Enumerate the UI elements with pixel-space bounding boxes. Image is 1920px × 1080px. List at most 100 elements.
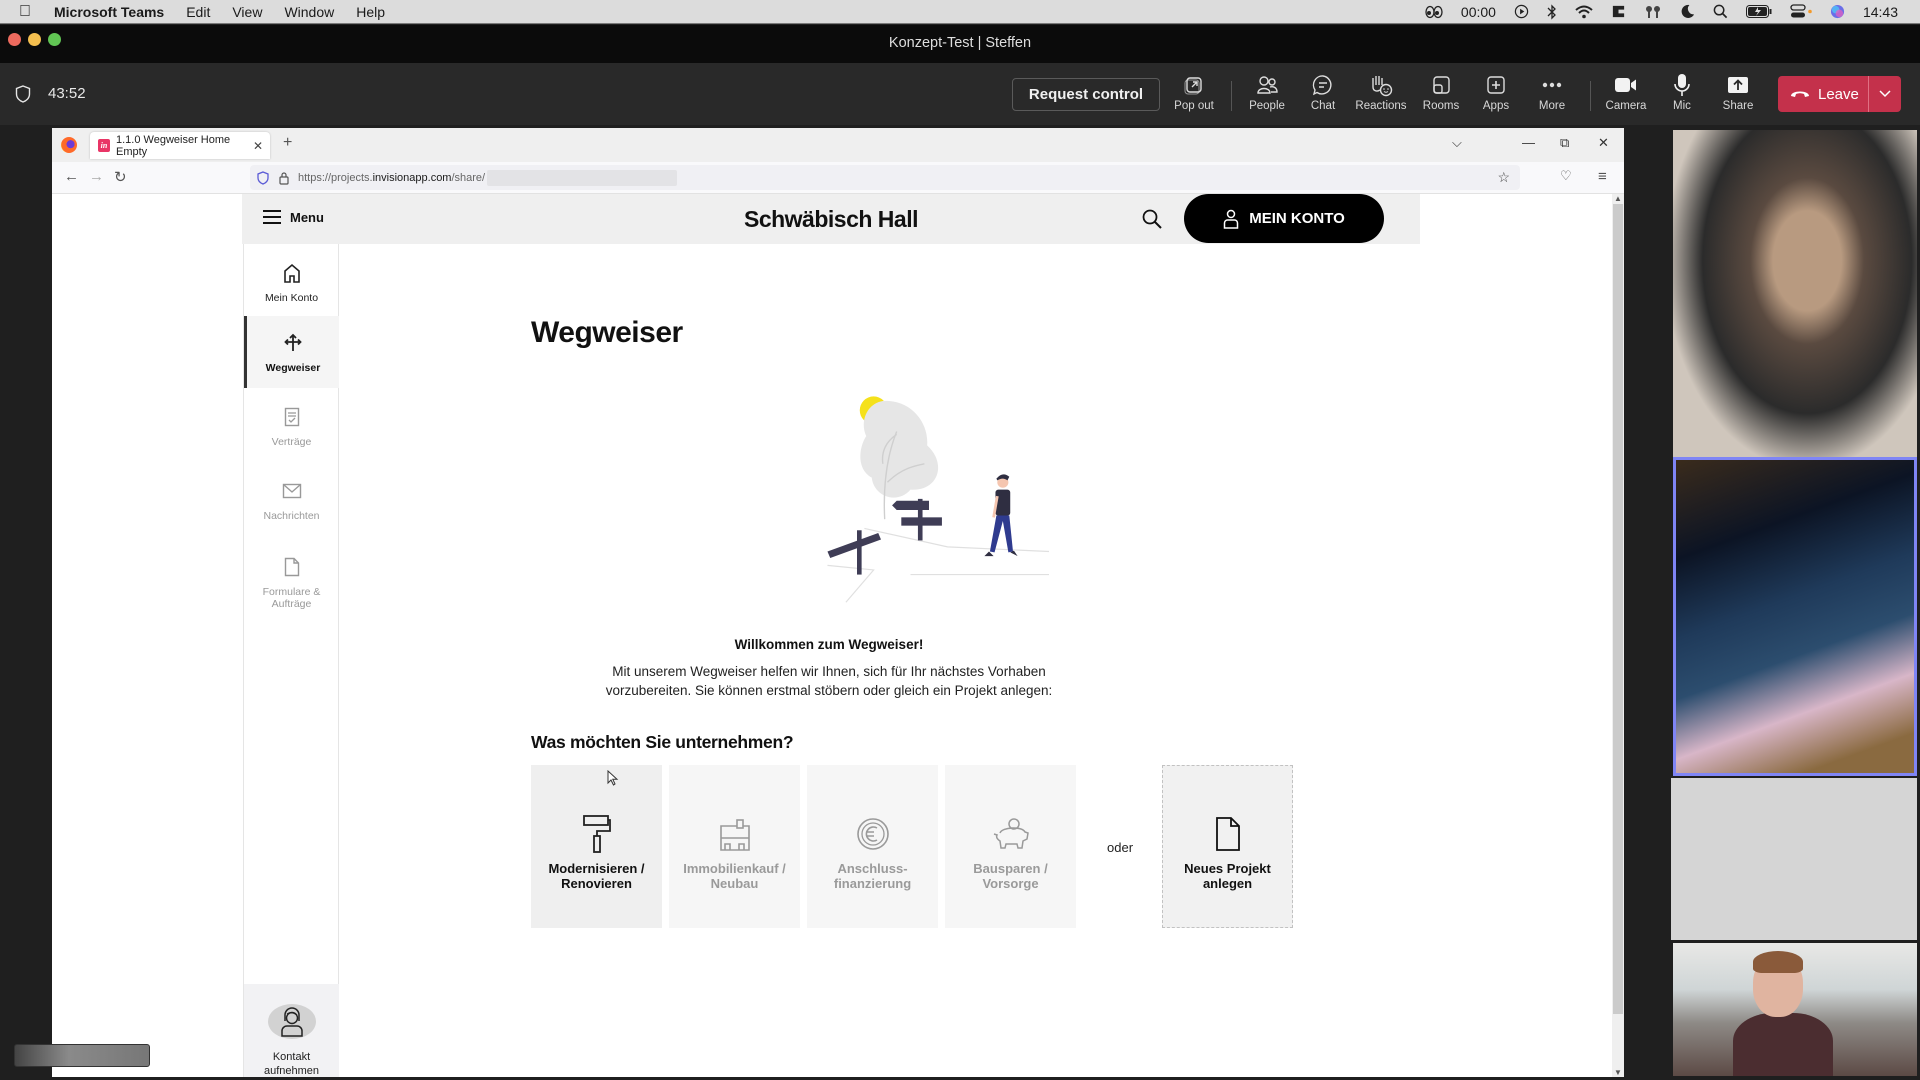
menu-window[interactable]: Window bbox=[273, 4, 345, 20]
participant-video-active-speaker[interactable] bbox=[1673, 457, 1917, 776]
apple-menu-icon[interactable]:  bbox=[0, 3, 50, 21]
url-bar[interactable]: https://projects. invisionapp.com/share/ … bbox=[250, 165, 1520, 190]
status-timer[interactable]: 00:00 bbox=[1461, 4, 1496, 20]
rooms-label: Rooms bbox=[1422, 100, 1460, 112]
menubar-clock[interactable]: 14:43 bbox=[1863, 4, 1898, 20]
camera-label: Camera bbox=[1605, 100, 1647, 112]
browser-tab[interactable]: in 1.1.0 Wegweiser Home Empty ✕ bbox=[90, 132, 270, 159]
rooms-button[interactable]: Rooms bbox=[1411, 73, 1471, 119]
home-icon bbox=[283, 260, 301, 286]
hamburger-menu-icon[interactable]: ≡ bbox=[1598, 168, 1607, 185]
welcome-line-1: Mit unserem Wegweiser helfen wir Ihnen, … bbox=[612, 664, 1046, 679]
mic-label: Mic bbox=[1673, 100, 1691, 112]
card-label-1: Modernisieren / bbox=[548, 860, 645, 876]
restore-browser-icon[interactable]: ⧉ bbox=[1560, 135, 1569, 151]
card-anschlussfinanzierung[interactable]: Anschluss- finanzierung bbox=[807, 765, 938, 928]
url-path: /share/ bbox=[451, 171, 486, 184]
more-button[interactable]: More bbox=[1522, 73, 1582, 119]
menu-view[interactable]: View bbox=[221, 4, 273, 20]
more-label: More bbox=[1538, 100, 1566, 112]
participant-video-off[interactable] bbox=[1671, 778, 1917, 940]
paint-roller-icon bbox=[582, 813, 612, 855]
tracking-shield-icon[interactable] bbox=[256, 170, 270, 185]
contact-button[interactable]: Kontakt aufnehmen bbox=[244, 984, 339, 1077]
wifi-icon[interactable] bbox=[1575, 5, 1593, 19]
sidenav-label: Nachrichten bbox=[263, 510, 320, 522]
reactions-icon bbox=[1369, 73, 1393, 97]
share-button[interactable]: Share bbox=[1708, 73, 1768, 119]
new-tab-button[interactable]: + bbox=[283, 134, 292, 152]
card-bausparen[interactable]: Bausparen / Vorsorge bbox=[945, 765, 1076, 928]
eyes-status-icon[interactable] bbox=[1425, 5, 1443, 19]
forward-icon[interactable]: → bbox=[89, 168, 104, 185]
chat-button[interactable]: Chat bbox=[1293, 73, 1353, 119]
sidenav-item-mein-konto[interactable]: Mein Konto bbox=[244, 246, 339, 318]
leave-options-dropdown[interactable] bbox=[1869, 76, 1901, 112]
back-icon[interactable]: ← bbox=[64, 168, 79, 185]
page-scrollbar[interactable]: ▲ ▼ bbox=[1612, 194, 1624, 1077]
window-titlebar: Konzept-Test | Steffen bbox=[0, 25, 1920, 63]
lock-icon[interactable] bbox=[278, 171, 290, 185]
tab-list-chevron-icon[interactable]: ⌵ bbox=[1452, 135, 1462, 151]
menu-app-name[interactable]: Microsoft Teams bbox=[50, 4, 175, 20]
welcome-text: Mit unserem Wegweiser helfen wir Ihnen, … bbox=[339, 662, 1319, 700]
reactions-button[interactable]: Reactions bbox=[1351, 73, 1411, 119]
piggy-bank-icon bbox=[992, 813, 1030, 855]
self-video[interactable] bbox=[1673, 943, 1917, 1076]
tab-title: 1.1.0 Wegweiser Home Empty bbox=[116, 133, 231, 158]
bluetooth-icon[interactable] bbox=[1547, 3, 1557, 20]
card-immobilienkauf[interactable]: Immobilienkauf / Neubau bbox=[669, 765, 800, 928]
bookmark-star-icon[interactable]: ☆ bbox=[1497, 169, 1510, 186]
reload-icon[interactable]: ↻ bbox=[114, 168, 127, 186]
play-status-icon[interactable] bbox=[1514, 4, 1529, 19]
toolbar-divider bbox=[1231, 81, 1232, 111]
sidenav-item-wegweiser[interactable]: Wegweiser bbox=[244, 316, 339, 388]
app-c-icon[interactable] bbox=[1611, 4, 1626, 19]
contract-icon bbox=[284, 404, 300, 430]
card-label-2: Vorsorge bbox=[982, 875, 1039, 891]
spotlight-search-icon[interactable] bbox=[1713, 4, 1728, 19]
card-modernisieren[interactable]: Modernisieren / Renovieren bbox=[531, 765, 662, 928]
scroll-down-icon[interactable]: ▼ bbox=[1612, 1068, 1624, 1077]
focus-moon-icon[interactable] bbox=[1680, 4, 1695, 19]
control-center-icon[interactable] bbox=[1790, 4, 1812, 19]
support-agent-icon bbox=[280, 1006, 303, 1037]
people-button[interactable]: People bbox=[1237, 73, 1297, 119]
sidenav-item-formulare[interactable]: Formulare & Aufträge bbox=[244, 540, 339, 624]
close-browser-icon[interactable]: ✕ bbox=[1598, 135, 1609, 151]
url-host: invisionapp.com bbox=[372, 171, 452, 184]
site-header: Menu Schwäbisch Hall MEIN KONTO bbox=[242, 194, 1420, 244]
card-label-1: Anschluss- bbox=[837, 860, 908, 876]
mic-button[interactable]: Mic bbox=[1652, 73, 1712, 119]
menu-edit[interactable]: Edit bbox=[175, 4, 221, 20]
minimize-browser-icon[interactable]: — bbox=[1522, 135, 1535, 150]
sidenav-label: Wegweiser bbox=[265, 362, 321, 374]
euro-coin-icon bbox=[856, 813, 890, 855]
participant-video-1[interactable] bbox=[1673, 130, 1917, 457]
sidenav-item-nachrichten[interactable]: Nachrichten bbox=[244, 464, 339, 536]
apps-button[interactable]: Apps bbox=[1466, 73, 1526, 119]
tab-close-icon[interactable]: ✕ bbox=[253, 139, 263, 153]
tree-icon bbox=[860, 400, 939, 498]
pop-out-button[interactable]: Pop out bbox=[1164, 73, 1224, 119]
pocket-icon[interactable]: ♡ bbox=[1560, 168, 1572, 184]
scrollbar-thumb[interactable] bbox=[1613, 204, 1623, 1014]
url-prefix: https://projects. bbox=[298, 171, 373, 184]
scroll-up-icon[interactable]: ▲ bbox=[1612, 194, 1624, 203]
new-project-button[interactable]: Neues Projekt anlegen bbox=[1162, 765, 1293, 928]
or-label: oder bbox=[1107, 840, 1134, 855]
search-icon[interactable] bbox=[1141, 208, 1163, 235]
airpods-icon[interactable] bbox=[1644, 5, 1662, 19]
leave-main[interactable]: Leave bbox=[1778, 76, 1869, 112]
leave-label: Leave bbox=[1818, 85, 1859, 103]
camera-button[interactable]: Camera bbox=[1596, 73, 1656, 119]
window-title: Konzept-Test | Steffen bbox=[888, 35, 1032, 51]
siri-icon[interactable] bbox=[1830, 4, 1845, 19]
sidenav-item-vertraege[interactable]: Verträge bbox=[244, 390, 339, 462]
menu-help[interactable]: Help bbox=[345, 4, 396, 20]
macos-menubar:  Microsoft Teams Edit View Window Help … bbox=[0, 0, 1920, 24]
mein-konto-button[interactable]: MEIN KONTO bbox=[1184, 194, 1384, 243]
request-control-button[interactable]: Request control bbox=[1012, 78, 1160, 111]
leave-button[interactable]: Leave bbox=[1778, 76, 1901, 112]
battery-charging-icon[interactable] bbox=[1745, 5, 1772, 18]
